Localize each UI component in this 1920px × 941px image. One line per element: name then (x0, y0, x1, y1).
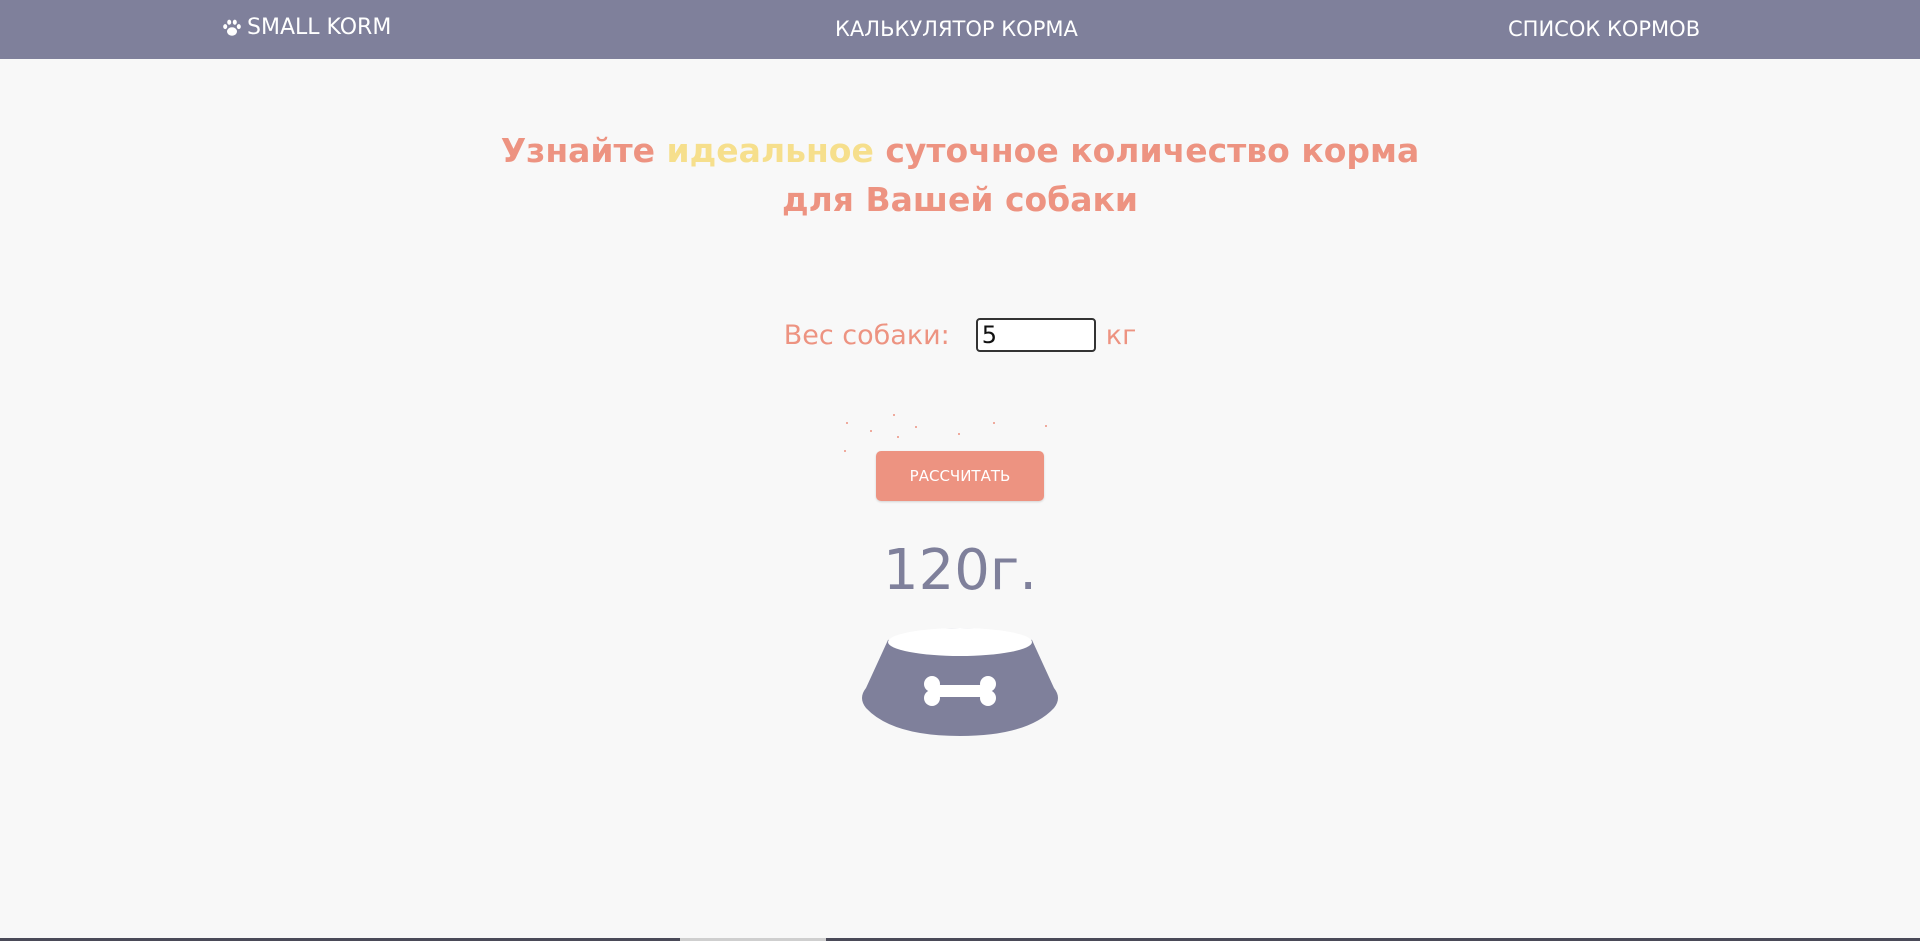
weight-unit: кг (1105, 319, 1137, 351)
calculate-button[interactable]: РАССЧИТАТЬ (876, 451, 1044, 501)
logo-link[interactable]: SMALL KORM (222, 15, 391, 40)
weight-input[interactable] (975, 318, 1096, 352)
paw-icon (223, 19, 241, 36)
dog-bowl-icon (862, 628, 1058, 736)
headline-accent-word: идеальное (666, 131, 874, 170)
top-navbar: SMALL KORM КАЛЬКУЛЯТОР КОРМА СПИСОК КОРМ… (0, 0, 1920, 59)
headline-text-end: суточное количество корма (873, 131, 1420, 170)
headline-line-1: Узнайте идеальное суточное количество ко… (0, 126, 1920, 175)
logo-text: SMALL KORM (247, 15, 392, 40)
headline-line-2: для Вашей собаки (781, 180, 1139, 219)
weight-label: Вес собаки: (783, 319, 950, 351)
page-headline: Узнайте идеальное суточное количество ко… (0, 126, 1920, 224)
headline-text-start: Узнайте (500, 131, 667, 170)
nav-food-list-link[interactable]: СПИСОК КОРМОВ (1508, 17, 1700, 41)
result-amount: 120г. (882, 538, 1038, 603)
nav-calculator-link[interactable]: КАЛЬКУЛЯТОР КОРМА (835, 17, 1078, 41)
weight-form-row: Вес собаки: кг (0, 318, 1920, 352)
sparkle-decoration (840, 408, 1060, 454)
